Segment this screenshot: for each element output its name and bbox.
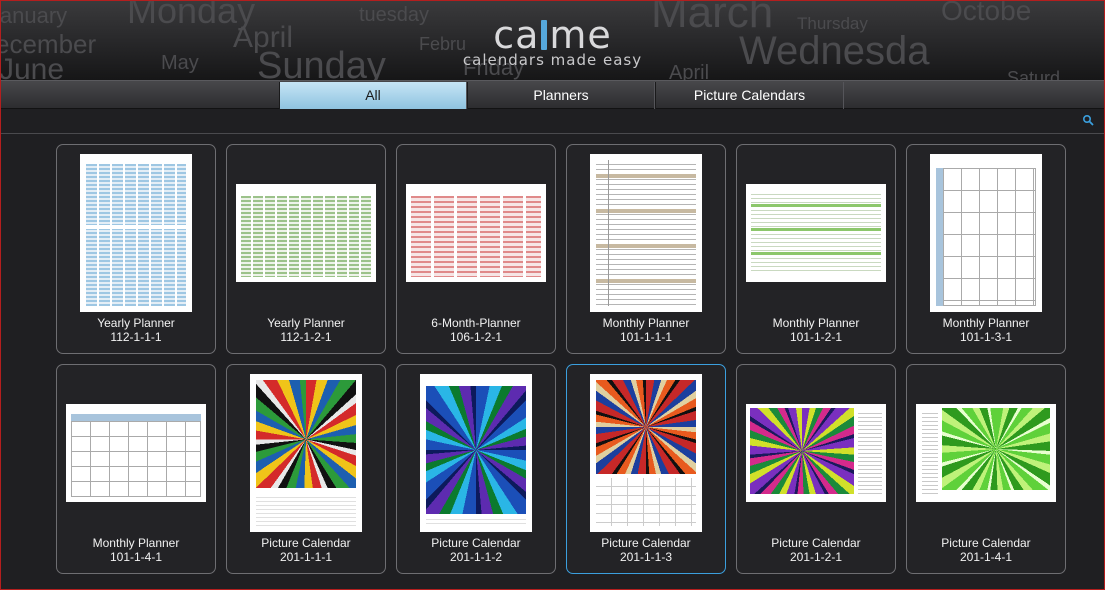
thumbnail-6-month-planner <box>406 184 546 282</box>
logo-text-left: ca <box>493 13 540 57</box>
tile-title: Picture Calendar <box>601 536 691 550</box>
bg-word: Saturd <box>1007 68 1061 80</box>
tile-code: 101-1-4-1 <box>109 550 163 564</box>
template-tile[interactable]: 6-Month-Planner 106-1-2-1 <box>396 144 556 354</box>
category-tabs: All Planners Picture Calendars <box>1 80 1104 109</box>
thumbnail-picture-calendar <box>420 374 532 532</box>
app-header: january Monday tuesday March Octobe ecem… <box>1 1 1104 80</box>
template-tile[interactable]: Monthly Planner 101-1-3-1 <box>906 144 1066 354</box>
logo-text-right: me <box>549 13 612 57</box>
logo-wordmark: ca me <box>493 15 612 55</box>
search-icon[interactable] <box>1082 114 1094 126</box>
tile-code: 101-1-2-1 <box>789 330 843 344</box>
template-tile[interactable]: Picture Calendar 201-1-1-2 <box>396 364 556 574</box>
tile-title: Picture Calendar <box>431 536 521 550</box>
thumbnail-picture-calendar <box>746 404 886 502</box>
tile-title: Monthly Planner <box>602 316 690 330</box>
template-tile[interactable]: Monthly Planner 101-1-2-1 <box>736 144 896 354</box>
template-tile[interactable]: Picture Calendar 201-1-1-1 <box>226 364 386 574</box>
search-bar <box>1 110 1104 134</box>
tile-code: 201-1-4-1 <box>959 550 1013 564</box>
tile-code: 201-1-1-2 <box>449 550 503 564</box>
thumbnail-monthly-planner <box>930 154 1042 312</box>
tile-code: 101-1-1-1 <box>619 330 673 344</box>
template-tile[interactable]: Yearly Planner 112-1-2-1 <box>226 144 386 354</box>
tile-code: 101-1-3-1 <box>959 330 1013 344</box>
thumbnail-yearly-planner <box>80 154 192 312</box>
thumbnail-monthly-planner <box>746 184 886 282</box>
tile-title: 6-Month-Planner <box>431 316 521 330</box>
tile-title: Yearly Planner <box>267 316 345 330</box>
thumbnail-monthly-planner <box>66 404 206 502</box>
template-tile[interactable]: Picture Calendar 201-1-2-1 <box>736 364 896 574</box>
tile-code: 201-1-1-1 <box>279 550 333 564</box>
tile-code: 201-1-1-3 <box>619 550 673 564</box>
tile-code: 201-1-2-1 <box>789 550 843 564</box>
logo-bar-icon <box>541 20 548 50</box>
tile-title: Yearly Planner <box>97 316 175 330</box>
app-logo: ca me calendars made easy <box>1 15 1104 69</box>
template-tile[interactable]: Monthly Planner 101-1-4-1 <box>56 364 216 574</box>
tab-picture-calendars[interactable]: Picture Calendars <box>655 82 844 109</box>
thumbnail-picture-calendar <box>250 374 362 532</box>
tile-title: Picture Calendar <box>771 536 861 550</box>
thumbnail-picture-calendar <box>916 404 1056 502</box>
tile-code: 106-1-2-1 <box>449 330 503 344</box>
template-tile[interactable]: Yearly Planner 112-1-1-1 <box>56 144 216 354</box>
thumbnail-monthly-planner <box>590 154 702 312</box>
thumbnail-yearly-planner <box>236 184 376 282</box>
tab-planners[interactable]: Planners <box>467 82 655 109</box>
tile-title: Monthly Planner <box>92 536 180 550</box>
thumbnail-picture-calendar <box>590 374 702 532</box>
tile-code: 112-1-1-1 <box>110 330 162 344</box>
tile-title: Picture Calendar <box>941 536 1031 550</box>
tab-all[interactable]: All <box>279 82 467 109</box>
template-tile[interactable]: Monthly Planner 101-1-1-1 <box>566 144 726 354</box>
tile-code: 112-1-2-1 <box>280 330 332 344</box>
tile-title: Monthly Planner <box>942 316 1030 330</box>
tile-title: Monthly Planner <box>772 316 860 330</box>
template-tile[interactable]: Picture Calendar 201-1-4-1 <box>906 364 1066 574</box>
template-tile[interactable]: Picture Calendar 201-1-1-3 <box>566 364 726 574</box>
tile-title: Picture Calendar <box>261 536 351 550</box>
